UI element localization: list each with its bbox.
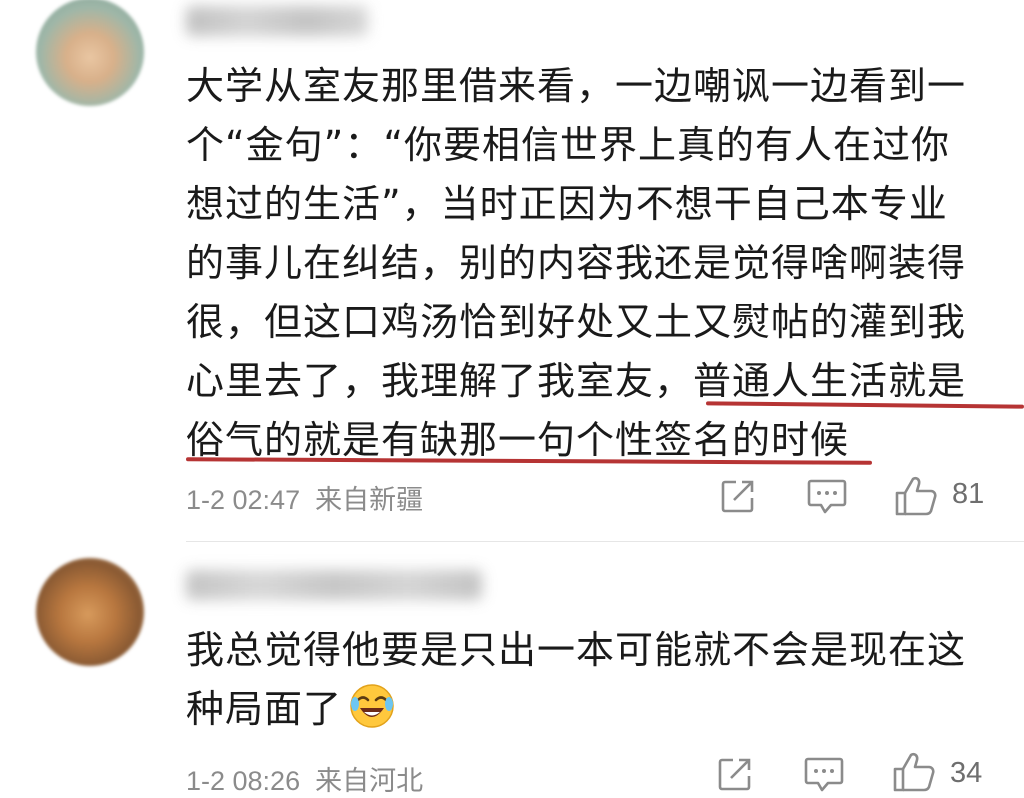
comment-text-plain: 种局面了 — [186, 687, 343, 731]
comment-location: 来自新疆 — [315, 485, 424, 515]
comment-2: 我总觉得他要是只出一本可能就不会是现在这 种局面了 1-2 08:26 来自河北… — [0, 546, 1024, 798]
like-icon[interactable] — [892, 751, 936, 793]
share-icon[interactable] — [717, 756, 753, 792]
comment-text-highlight: 普通人生活就是 — [693, 359, 967, 403]
comment-line: 个“金句”：“你要相信世界上真的有人在过你 — [186, 123, 951, 167]
comment-meta: 1-2 02:47 来自新疆 — [186, 478, 423, 517]
comment-location: 来自河北 — [315, 766, 424, 796]
comment-text: 我总觉得他要是只出一本可能就不会是现在这 种局面了 — [186, 621, 996, 739]
username-blurred[interactable] — [186, 570, 482, 600]
comment-icon[interactable] — [807, 478, 847, 516]
comment-meta: 1-2 08:26 来自河北 — [186, 759, 423, 798]
like-count: 81 — [952, 478, 985, 510]
comment-1: 大学从室友那里借来看，一边嘲讽一边看到一 个“金句”：“你要相信世界上真的有人在… — [0, 0, 1024, 538]
avatar[interactable] — [36, 558, 144, 666]
comment-line: 我总觉得他要是只出一本可能就不会是现在这 — [186, 628, 967, 672]
like-count: 34 — [950, 757, 983, 789]
username-blurred[interactable] — [186, 6, 368, 36]
comment-icon[interactable] — [804, 756, 844, 794]
like-icon[interactable] — [894, 475, 938, 517]
share-icon[interactable] — [720, 478, 756, 514]
comment-line: 大学从室友那里借来看，一边嘲讽一边看到一 — [186, 64, 967, 108]
divider — [186, 541, 1024, 542]
comment-time: 1-2 08:26 — [186, 766, 301, 796]
comment-text-plain: 心里去了，我理解了我室友， — [186, 359, 694, 403]
comment-line: 很，但这口鸡汤恰到好处又土又熨帖的灌到我 — [186, 300, 967, 344]
comment-line: 的事儿在纠结，别的内容我还是觉得啥啊装得 — [186, 241, 967, 285]
comment-line: 想过的生活”，当时正因为不想干自己本专业 — [186, 182, 948, 226]
comment-time: 1-2 02:47 — [186, 485, 301, 515]
comment-text: 大学从室友那里借来看，一边嘲讽一边看到一 个“金句”：“你要相信世界上真的有人在… — [186, 57, 996, 470]
laughing-crying-emoji — [350, 684, 394, 728]
avatar[interactable] — [36, 0, 144, 106]
comment-line: 种局面了 — [186, 680, 996, 739]
